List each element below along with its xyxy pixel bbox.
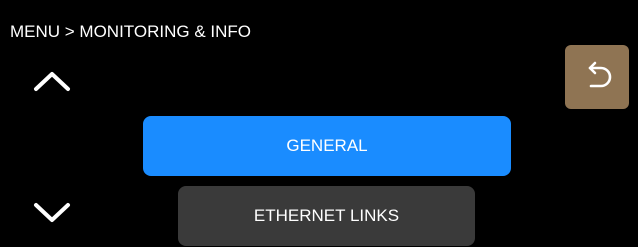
back-arrow-icon — [588, 61, 612, 88]
breadcrumb: MENU > MONITORING & INFO — [10, 22, 252, 41]
scroll-down-button[interactable] — [30, 198, 74, 228]
menu-item-general[interactable]: GENERAL — [143, 116, 511, 176]
chevron-up-icon — [34, 72, 70, 91]
menu-item-label: GENERAL — [286, 136, 368, 155]
menu-item-ethernet-links[interactable]: ETHERNET LINKS — [178, 186, 475, 246]
back-button[interactable] — [565, 45, 629, 109]
chevron-down-icon — [34, 203, 70, 222]
scroll-up-button[interactable] — [30, 66, 74, 96]
menu-item-label: ETHERNET LINKS — [253, 206, 400, 225]
